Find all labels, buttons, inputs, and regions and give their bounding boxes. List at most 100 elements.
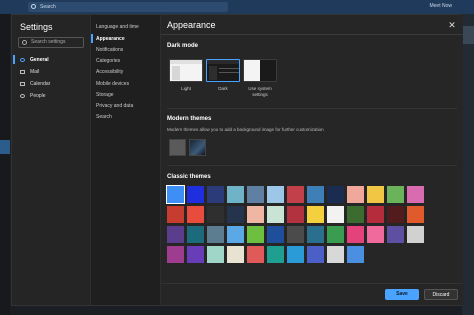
classic-theme-tile[interactable] — [247, 246, 264, 263]
classic-theme-tile[interactable] — [167, 246, 184, 263]
classic-theme-tile[interactable] — [347, 186, 364, 203]
classic-theme-tile[interactable] — [387, 186, 404, 203]
classic-theme-tile[interactable] — [267, 246, 284, 263]
light-preview-sidebar — [172, 66, 180, 80]
subcategory-appearance[interactable]: Appearance — [96, 34, 160, 44]
classic-theme-tile[interactable] — [387, 226, 404, 243]
active-category-indicator — [13, 55, 15, 64]
divider — [167, 108, 457, 109]
calendar-icon — [20, 82, 25, 86]
dark-mode-title: Dark mode — [167, 43, 199, 49]
classic-theme-tile[interactable] — [347, 246, 364, 263]
classic-theme-tile[interactable] — [327, 246, 344, 263]
category-label: General — [30, 57, 49, 63]
classic-theme-tile[interactable] — [367, 206, 384, 223]
save-button[interactable]: Save — [385, 289, 419, 300]
category-label: Mail — [30, 69, 40, 75]
classic-themes-title: Classic themes — [167, 174, 211, 180]
app-right-area — [462, 14, 474, 315]
classic-theme-tile[interactable] — [327, 186, 344, 203]
settings-subcategories-pane: Language and time Appearance Notificatio… — [90, 15, 161, 305]
classic-theme-tile[interactable] — [187, 206, 204, 223]
dark-preview-line — [219, 72, 239, 73]
settings-categories-pane: Settings Search settings General Mail Ca… — [12, 15, 90, 305]
classic-theme-tile[interactable] — [287, 186, 304, 203]
subcategory-accessibility[interactable]: Accessibility — [96, 67, 160, 77]
mode-light-option[interactable] — [169, 59, 203, 82]
classic-theme-tile[interactable] — [166, 185, 185, 204]
classic-theme-tile[interactable] — [347, 226, 364, 243]
classic-theme-tile[interactable] — [207, 206, 224, 223]
subcategory-language-and-time[interactable]: Language and time — [96, 22, 160, 32]
classic-theme-tile[interactable] — [227, 206, 244, 223]
close-icon[interactable]: ✕ — [447, 20, 457, 30]
classic-theme-tile[interactable] — [247, 226, 264, 243]
classic-theme-tile[interactable] — [307, 186, 324, 203]
gear-icon — [20, 58, 25, 62]
classic-theme-tile[interactable] — [287, 246, 304, 263]
classic-theme-tile[interactable] — [327, 226, 344, 243]
people-icon — [20, 94, 25, 98]
classic-theme-tile[interactable] — [347, 206, 364, 223]
classic-theme-tile[interactable] — [247, 206, 264, 223]
classic-theme-tile[interactable] — [407, 226, 424, 243]
mode-dark-option[interactable] — [206, 59, 240, 82]
subcategory-notifications[interactable]: Notifications — [96, 45, 160, 55]
classic-theme-tile[interactable] — [247, 186, 264, 203]
classic-theme-tile[interactable] — [167, 206, 184, 223]
classic-theme-tile[interactable] — [307, 226, 324, 243]
modern-themes-title: Modern themes — [167, 116, 212, 122]
classic-theme-tile[interactable] — [387, 206, 404, 223]
classic-theme-tile[interactable] — [227, 246, 244, 263]
classic-theme-tile[interactable] — [367, 226, 384, 243]
category-label: Calendar — [30, 81, 51, 87]
classic-theme-tile[interactable] — [287, 206, 304, 223]
classic-theme-tile[interactable] — [207, 186, 224, 203]
mail-icon — [20, 70, 25, 74]
divider — [161, 283, 463, 284]
subcategory-categories[interactable]: Categories — [96, 56, 160, 66]
classic-theme-tile[interactable] — [187, 246, 204, 263]
meet-now-button[interactable]: Meet Now — [429, 3, 452, 9]
subcategory-storage[interactable]: Storage — [96, 90, 160, 100]
classic-theme-tile[interactable] — [227, 226, 244, 243]
settings-search-placeholder: Search settings — [31, 39, 66, 45]
classic-theme-tile[interactable] — [167, 226, 184, 243]
classic-theme-tile[interactable] — [267, 206, 284, 223]
modern-themes-description: Modern themes allow you to add a backgro… — [167, 127, 324, 132]
classic-theme-tile[interactable] — [207, 226, 224, 243]
divider — [161, 34, 463, 35]
search-icon — [22, 40, 27, 45]
modern-theme-tile[interactable] — [169, 139, 186, 156]
classic-theme-tile[interactable] — [187, 226, 204, 243]
classic-theme-tile[interactable] — [227, 186, 244, 203]
classic-theme-tile[interactable] — [307, 206, 324, 223]
classic-theme-tile[interactable] — [307, 246, 324, 263]
modern-theme-tile[interactable] — [189, 139, 206, 156]
classic-theme-tile[interactable] — [267, 186, 284, 203]
settings-dialog: Settings Search settings General Mail Ca… — [11, 14, 463, 306]
category-people[interactable]: People — [16, 91, 86, 101]
dark-preview-line — [219, 68, 239, 69]
search-icon — [31, 4, 36, 9]
subcategory-search[interactable]: Search — [96, 112, 160, 122]
app-search-placeholder: Search — [40, 4, 56, 10]
category-mail[interactable]: Mail — [16, 67, 86, 77]
classic-theme-tile[interactable] — [207, 246, 224, 263]
classic-theme-tile[interactable] — [407, 206, 424, 223]
discard-button[interactable]: Discard — [424, 289, 458, 300]
category-calendar[interactable]: Calendar — [16, 79, 86, 89]
classic-theme-tile[interactable] — [367, 186, 384, 203]
category-general[interactable]: General — [16, 55, 86, 65]
app-selected-item — [0, 140, 10, 154]
subcategory-mobile-devices[interactable]: Mobile devices — [96, 79, 160, 89]
classic-theme-tile[interactable] — [267, 226, 284, 243]
app-search-box[interactable]: Search — [28, 2, 228, 12]
settings-search-input[interactable]: Search settings — [18, 37, 84, 48]
subcategory-privacy-and-data[interactable]: Privacy and data — [96, 101, 160, 111]
classic-theme-tile[interactable] — [187, 186, 204, 203]
classic-theme-tile[interactable] — [287, 226, 304, 243]
classic-theme-tile[interactable] — [327, 206, 344, 223]
classic-theme-tile[interactable] — [407, 186, 424, 203]
mode-system-option[interactable] — [243, 59, 277, 82]
